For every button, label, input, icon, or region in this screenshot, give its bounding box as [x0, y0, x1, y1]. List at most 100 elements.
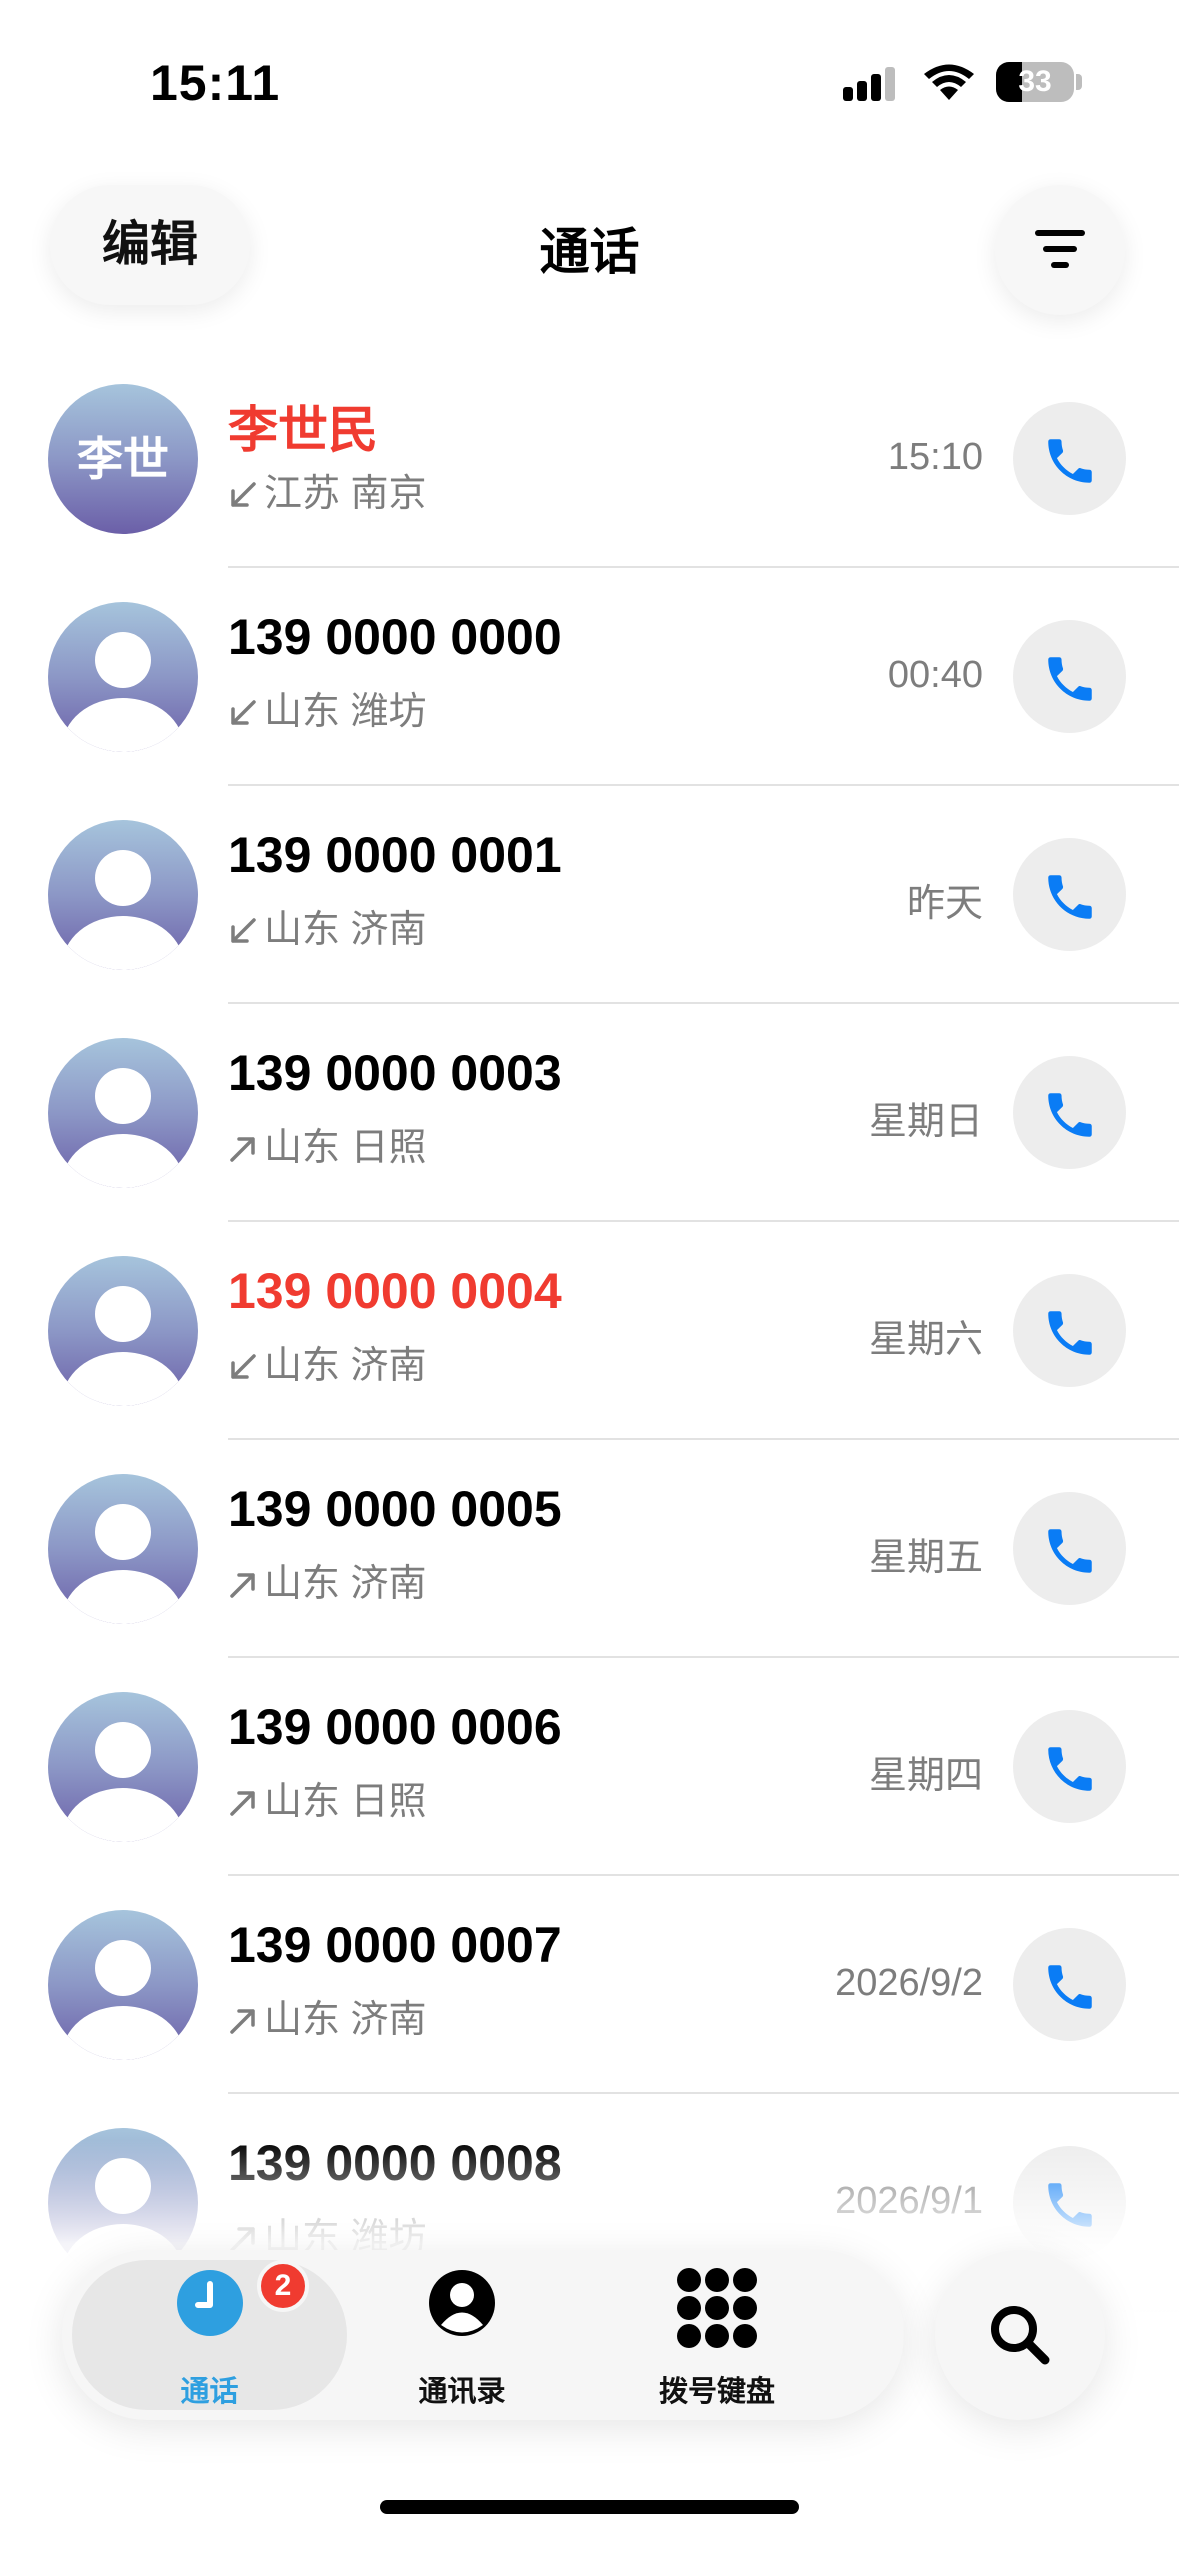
- caller-name: 139 0000 0004: [228, 1263, 562, 1319]
- tab-keypad[interactable]: 拨号键盘: [602, 2250, 832, 2420]
- person-silhouette-icon: [95, 850, 151, 906]
- person-silhouette-icon: [95, 1068, 151, 1124]
- outgoing-arrow-icon: [230, 1137, 255, 1162]
- phone-icon: [1048, 1093, 1092, 1137]
- incoming-arrow-icon: [231, 700, 256, 725]
- call-location: 江苏 南京: [264, 473, 427, 515]
- person-silhouette-body: [62, 698, 184, 752]
- caller-name: 139 0000 0001: [228, 827, 562, 883]
- call-row[interactable]: 139 0000 0005 山东 济南 星期五: [0, 1440, 1179, 1658]
- caller-name: 李世民: [228, 402, 378, 458]
- call-button[interactable]: [1013, 1710, 1126, 1823]
- outgoing-arrow-icon: [230, 2009, 255, 2034]
- caller-name: 139 0000 0005: [228, 1481, 562, 1537]
- call-location: 山东 济南: [264, 1563, 427, 1605]
- battery-icon: 33: [996, 62, 1074, 102]
- call-detail: 山东 潍坊: [228, 680, 427, 735]
- battery-level: 33: [1018, 65, 1052, 98]
- battery-nub: [1076, 74, 1082, 90]
- outgoing-arrow-icon: [230, 1791, 255, 1816]
- call-time: 昨天: [906, 883, 983, 925]
- avatar: [48, 1038, 198, 1188]
- status-bar: 15:11 33: [0, 0, 1179, 140]
- avatar: [48, 1474, 198, 1624]
- incoming-arrow-icon: [231, 482, 256, 507]
- call-location: 山东 潍坊: [264, 691, 427, 733]
- tab-contacts[interactable]: 通讯录: [362, 2250, 562, 2420]
- call-button[interactable]: [1013, 402, 1126, 515]
- call-time: 00:40: [887, 654, 983, 696]
- phone-icon: [1048, 1965, 1092, 2009]
- phone-icon: [1048, 875, 1092, 919]
- call-detail: 山东 济南: [228, 898, 427, 953]
- person-silhouette-body: [62, 916, 184, 970]
- avatar: [48, 1692, 198, 1842]
- avatar: [48, 602, 198, 752]
- call-detail: 山东 济南: [228, 1552, 427, 1607]
- call-time: 星期四: [868, 1755, 983, 1797]
- tab-calls-label: 通话: [180, 2376, 239, 2408]
- call-row[interactable]: 139 0000 0006 山东 日照 星期四: [0, 1658, 1179, 1876]
- call-detail: 山东 日照: [228, 1770, 427, 1825]
- filter-lines-icon: [1035, 230, 1085, 268]
- call-row[interactable]: 139 0000 0001 山东 济南 昨天: [0, 786, 1179, 1004]
- tab-calls[interactable]: 2 通话: [72, 2250, 347, 2420]
- call-button[interactable]: [1013, 1274, 1126, 1387]
- call-detail: 山东 日照: [228, 1116, 427, 1171]
- filter-button[interactable]: [995, 185, 1125, 315]
- person-silhouette-body: [62, 1134, 184, 1188]
- call-detail: 山东 济南: [228, 1334, 427, 1389]
- recent-calls-list: 李世 李世民 江苏 南京 15:10 139 0000 0000 山东 潍坊 0…: [0, 350, 1179, 2312]
- call-row[interactable]: 139 0000 0000 山东 潍坊 00:40: [0, 568, 1179, 786]
- home-indicator[interactable]: [380, 2500, 799, 2514]
- call-row[interactable]: 139 0000 0004 山东 济南 星期六: [0, 1222, 1179, 1440]
- call-detail: 江苏 南京: [228, 462, 427, 517]
- call-row[interactable]: 李世 李世民 江苏 南京 15:10: [0, 350, 1179, 568]
- person-silhouette-body: [62, 1570, 184, 1624]
- call-button[interactable]: [1013, 1492, 1126, 1605]
- person-silhouette-icon: [95, 1722, 151, 1778]
- phone-icon: [1048, 439, 1092, 483]
- phone-icon: [1048, 1311, 1092, 1355]
- call-button[interactable]: [1013, 620, 1126, 733]
- wifi-icon: [924, 64, 974, 100]
- search-button[interactable]: [935, 2250, 1105, 2420]
- nav-header: 编辑 通话: [0, 160, 1179, 350]
- keypad-icon: [677, 2268, 757, 2348]
- call-time: 星期六: [868, 1319, 983, 1361]
- call-button[interactable]: [1013, 1056, 1126, 1169]
- tab-contacts-label: 通讯录: [418, 2376, 506, 2408]
- person-silhouette-body: [62, 1352, 184, 1406]
- person-silhouette-body: [62, 1788, 184, 1842]
- incoming-arrow-icon: [231, 1354, 256, 1379]
- phone-icon: [1048, 1529, 1092, 1573]
- call-location: 山东 日照: [264, 1127, 427, 1169]
- call-location: 山东 济南: [264, 1345, 427, 1387]
- avatar: [48, 820, 198, 970]
- call-button[interactable]: [1013, 838, 1126, 951]
- caller-name: 139 0000 0007: [228, 1917, 562, 1973]
- avatar: [48, 1910, 198, 2060]
- call-time: 星期日: [868, 1101, 983, 1143]
- call-row[interactable]: 139 0000 0003 山东 日照 星期日: [0, 1004, 1179, 1222]
- avatar: 李世: [48, 384, 198, 534]
- call-location: 山东 济南: [264, 909, 427, 951]
- call-time: 15:10: [887, 436, 983, 478]
- outgoing-arrow-icon: [230, 1573, 255, 1598]
- phone-icon: [1048, 1747, 1092, 1791]
- tab-bar: 2 通话 通讯录 拨号键盘: [62, 2250, 904, 2420]
- call-row[interactable]: 139 0000 0007 山东 济南 2026/9/2: [0, 1876, 1179, 2094]
- caller-name: 139 0000 0006: [228, 1699, 562, 1755]
- person-silhouette-body: [62, 2006, 184, 2060]
- person-silhouette-icon: [95, 632, 151, 688]
- call-time: 2026/9/2: [835, 1962, 983, 2004]
- person-circle-icon: [429, 2270, 495, 2336]
- person-silhouette-icon: [95, 1504, 151, 1560]
- cellular-signal-icon: [843, 67, 895, 101]
- caller-name: 139 0000 0000: [228, 609, 562, 665]
- status-time: 15:11: [150, 55, 281, 111]
- incoming-arrow-icon: [231, 918, 256, 943]
- call-time: 星期五: [868, 1537, 983, 1579]
- search-icon: [991, 2306, 1050, 2365]
- call-button[interactable]: [1013, 1928, 1126, 2041]
